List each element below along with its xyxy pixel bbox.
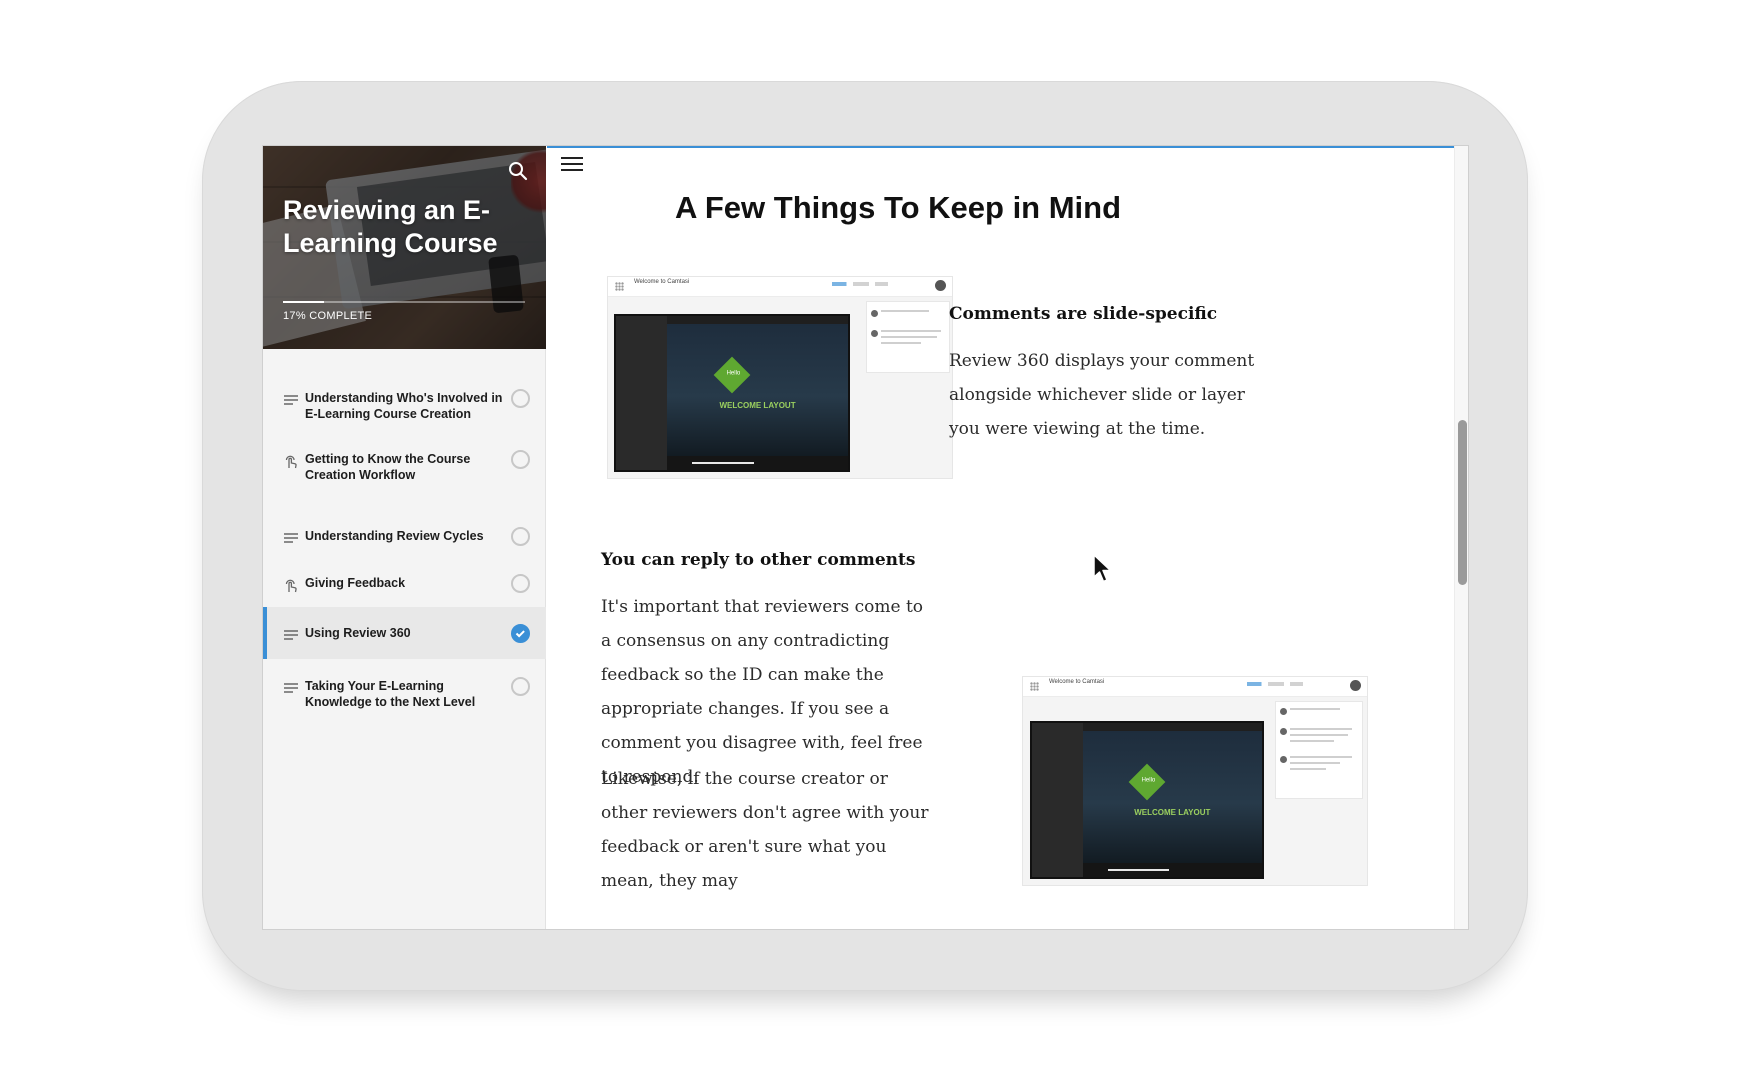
apps-grid-icon: [615, 282, 624, 291]
lesson-status-circle: [511, 389, 530, 408]
section-heading: You can reply to other comments: [601, 550, 916, 570]
lines-icon: [283, 531, 299, 547]
course-progress-bar: [283, 301, 525, 303]
shot-slide-title: WELCOME LAYOUT: [1134, 807, 1211, 817]
course-title: Reviewing an E-Learning Course: [283, 195, 498, 258]
lesson-item[interactable]: Getting to Know the Course Creation Work…: [263, 423, 546, 493]
lesson-list: Understanding Who's Involved in E-Learni…: [263, 349, 546, 729]
section-body: Review 360 displays your comment alongsi…: [949, 351, 1255, 439]
hello-badge-label: Hello: [726, 370, 741, 377]
course-progress-fill: [283, 301, 325, 303]
shot-slide-title: WELCOME LAYOUT: [719, 400, 796, 410]
hamburger-menu-icon[interactable]: [561, 157, 583, 177]
section-body: Likewise, if the course creator or other…: [601, 769, 929, 891]
page-title: A Few Things To Keep in Mind: [675, 190, 1122, 225]
avatar: [935, 280, 946, 291]
shot-player: Hello WELCOME LAYOUT: [1030, 721, 1264, 879]
lesson-content: A Few Things To Keep in Mind Welcome to …: [547, 146, 1468, 929]
course-sidebar: Reviewing an E-Learning Course 17% COMPL…: [263, 146, 546, 929]
touch-icon: [283, 454, 299, 470]
lesson-status-circle: [511, 677, 530, 696]
lesson-item[interactable]: Understanding Who's Involved in E-Learni…: [263, 349, 546, 423]
lines-icon: [283, 681, 299, 697]
tablet-screen: Reviewing an E-Learning Course 17% COMPL…: [262, 145, 1469, 930]
lesson-label: Understanding Who's Involved in E-Learni…: [305, 391, 503, 421]
mouse-pointer-icon: [1092, 553, 1114, 585]
shot-player: Hello WELCOME LAYOUT: [614, 314, 850, 472]
apps-grid-icon: [1030, 682, 1039, 691]
lines-icon: [283, 393, 299, 409]
hello-badge-label: Hello: [1141, 777, 1156, 784]
lesson-label: Taking Your E-Learning Knowledge to the …: [305, 679, 476, 709]
lesson-item[interactable]: Giving Feedback: [263, 555, 546, 607]
lesson-item[interactable]: Understanding Review Cycles: [263, 493, 546, 555]
check-icon: [511, 624, 530, 643]
search-icon[interactable]: [507, 160, 529, 182]
lesson-status-circle: [511, 574, 530, 593]
lesson-label: Understanding Review Cycles: [305, 529, 484, 543]
review360-screenshot: Welcome to Camtasi Hello WELCOME LAYOUT: [607, 276, 953, 479]
lesson-label: Getting to Know the Course Creation Work…: [305, 452, 471, 482]
review360-reply-screenshot: Welcome to Camtasi Hello WELCOME LAYOUT: [1022, 676, 1368, 886]
touch-icon: [283, 578, 299, 594]
lesson-item[interactable]: Taking Your E-Learning Knowledge to the …: [263, 659, 546, 729]
section-heading: Comments are slide-specific: [949, 304, 1218, 324]
lesson-progress-line: [547, 146, 1468, 148]
lesson-label: Giving Feedback: [305, 576, 406, 590]
lines-icon: [283, 628, 299, 644]
lesson-status-circle: [511, 450, 530, 469]
content-scrollbar[interactable]: [1454, 146, 1468, 929]
scrollbar-thumb[interactable]: [1458, 420, 1467, 585]
course-progress-label: 17% COMPLETE: [283, 310, 373, 322]
lesson-label: Using Review 360: [305, 626, 411, 640]
shot-comment-panel: [866, 301, 950, 373]
shot-comment-panel: [1275, 701, 1363, 799]
shot-app-title: Welcome to Camtasi: [634, 279, 690, 285]
shot-app-title: Welcome to Camtasi: [1049, 679, 1105, 685]
lesson-item-active[interactable]: Using Review 360: [263, 607, 546, 659]
course-hero: Reviewing an E-Learning Course 17% COMPL…: [263, 146, 546, 349]
lesson-status-circle: [511, 527, 530, 546]
avatar: [1350, 680, 1361, 691]
